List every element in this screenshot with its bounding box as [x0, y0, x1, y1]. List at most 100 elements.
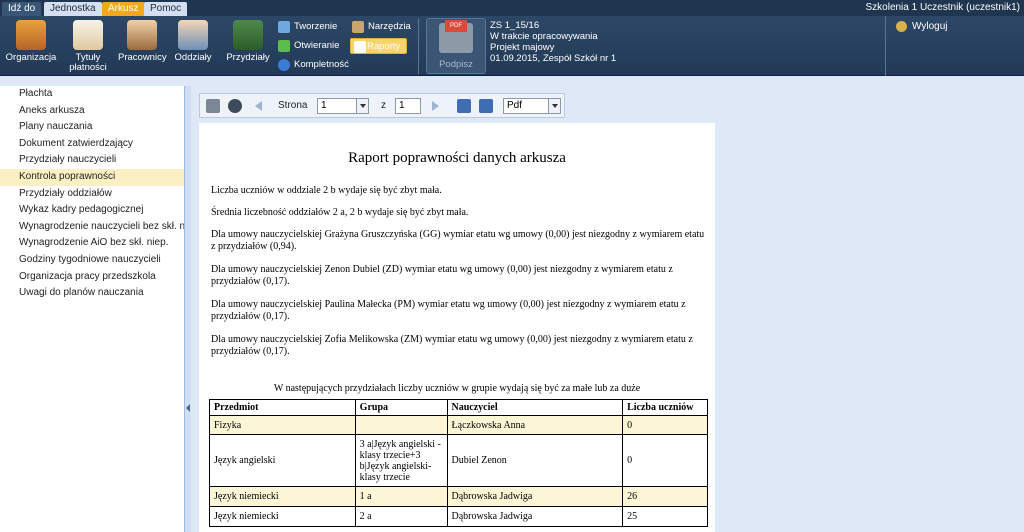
oddzialy-button[interactable]: Oddziały [172, 18, 214, 63]
column-header: Przedmiot [209, 399, 356, 416]
table-cell: Język niemiecki [209, 486, 356, 507]
otwieranie-label: Otwieranie [294, 40, 340, 51]
report-title: Raport poprawności danych arkusza [348, 150, 566, 166]
podpisz-button[interactable]: PDF Podpisz [426, 18, 486, 74]
top-menu-bar: Idź do Jednostka Arkusz Pomoc Szkolenia … [0, 0, 1024, 16]
oddzialy-label: Oddziały [174, 52, 212, 63]
table-cell [354, 415, 448, 435]
table-cell: 2 a [354, 506, 448, 527]
table-cell: Język niemiecki [209, 506, 356, 527]
report-paragraph: Dla umowy nauczycielskiej Zenon Dubiel (… [211, 264, 673, 287]
globe-icon [278, 59, 290, 71]
report-paragraph: Średnia liczebność oddziałów 2 a, 2 b wy… [211, 207, 469, 218]
sidebar-item-plany-nauczania[interactable]: Plany nauczania [0, 119, 184, 136]
table-cell: 26 [622, 486, 708, 507]
page-select-value: 1 [321, 100, 327, 111]
report-viewer: Strona 1 z 1 Pdf Raport poprawności dany… [191, 86, 1024, 532]
tworzenie-button[interactable]: Tworzenie [278, 19, 337, 35]
sidebar-item-kontrola-poprawnosci[interactable]: Kontrola poprawności [0, 168, 184, 186]
report-paragraph: Dla umowy nauczycielskiej Grażyna Gruszc… [211, 229, 705, 252]
table-cell: Dąbrowska Jadwiga [446, 486, 624, 507]
total-pages-field: 1 [395, 98, 421, 114]
document-info: ZS 1_15/16 W trakcie opracowywania Proje… [490, 20, 616, 64]
table-caption: W następujących przydziałach liczby uczn… [273, 383, 641, 394]
sidebar-item-godziny-tygodniowe[interactable]: Godziny tygodniowe nauczycieli [0, 252, 184, 269]
column-header: Nauczyciel [446, 399, 624, 416]
chevron-down-icon[interactable] [356, 99, 368, 113]
przydzialy-button[interactable]: Przydziały [224, 18, 272, 63]
previous-page-icon[interactable] [255, 101, 262, 111]
table-cell: 0 [622, 415, 708, 435]
sidebar-item-wykaz-kadry[interactable]: Wykaz kadry pedagogicznej [0, 202, 184, 219]
table-cell: Dąbrowska Jadwiga [446, 506, 624, 527]
raporty-button[interactable]: Raporty [350, 38, 408, 54]
sidebar-item-dokument-zatwierdzajacy[interactable]: Dokument zatwierdzający [0, 136, 184, 153]
raporty-label: Raporty [367, 41, 401, 52]
pracownicy-button[interactable]: Pracownicy [118, 18, 167, 63]
doc-info-line2: W trakcie opracowywania [490, 31, 598, 42]
doc-info-line1: ZS 1_15/16 [490, 20, 540, 31]
next-page-icon[interactable] [432, 101, 439, 111]
sidebar-item-wynagrodzenie-aio[interactable]: Wynagrodzenie AiO bez skł. niep. [0, 235, 184, 252]
menu-tab-idz-do[interactable]: Idź do [2, 2, 42, 16]
report-paragraph: Liczba uczniów w oddziale 2 b wydaje się… [211, 185, 442, 196]
chalkboard-icon [233, 20, 263, 50]
pdf-badge: PDF [445, 20, 467, 32]
doc-info-line4: 01.09.2015, Zespół Szkół nr 1 [490, 53, 617, 64]
collapse-arrow-icon[interactable] [186, 404, 190, 412]
narzedzia-button[interactable]: Narzędzia [352, 19, 411, 35]
building-icon [16, 20, 46, 50]
sidebar-item-aneks-arkusza[interactable]: Aneks arkusza [0, 103, 184, 120]
pracownicy-label: Pracownicy [118, 52, 167, 63]
organizacja-label: Organizacja [5, 52, 57, 63]
menu-tab-jednostka[interactable]: Jednostka [44, 2, 102, 16]
sidebar-item-przydzialy-nauczycieli[interactable]: Przydziały nauczycieli [0, 152, 184, 169]
students-icon [178, 20, 208, 50]
tworzenie-label: Tworzenie [294, 21, 338, 32]
money-bag-icon [73, 20, 103, 50]
export-format-select[interactable]: Pdf [503, 98, 561, 114]
logout-button[interactable]: Wyloguj [896, 21, 947, 32]
chevron-down-icon[interactable] [548, 99, 560, 113]
table-row: Język angielski 3 a|Język angielski - kl… [209, 434, 708, 487]
otwieranie-button[interactable]: Otwieranie [278, 38, 339, 54]
table-cell: Język angielski [209, 434, 356, 487]
kompletnosc-button[interactable]: Kompletność [278, 57, 349, 73]
of-label: z [381, 100, 386, 111]
workers-icon [127, 20, 157, 50]
page-select[interactable]: 1 [317, 98, 369, 114]
total-pages-value: 1 [399, 100, 405, 111]
przydzialy-label: Przydziały [226, 52, 270, 63]
ribbon-separator [418, 18, 419, 74]
tytuly-platnosci-button[interactable]: Tytuły płatności [66, 18, 110, 73]
table-row: Język niemiecki 2 a Dąbrowska Jadwiga 25 [209, 506, 708, 527]
menu-tab-pomoc[interactable]: Pomoc [144, 2, 188, 16]
ribbon-separator [885, 16, 886, 76]
print-setup-icon[interactable] [228, 99, 242, 113]
table-row: Język niemiecki 1 a Dąbrowska Jadwiga 26 [209, 486, 708, 507]
table-cell: Dubiel Zenon [446, 434, 624, 487]
sidebar-item-organizacja-przedszkola[interactable]: Organizacja pracy przedszkola [0, 269, 184, 286]
table-header-row: Przedmiot Grupa Nauczyciel Liczba ucznió… [209, 399, 708, 416]
export-format-value: Pdf [507, 100, 523, 111]
save-icon[interactable] [457, 99, 471, 113]
sidebar-item-plachta[interactable]: Płachta [0, 86, 184, 103]
sidebar-item-wynagrodzenie-nauczycieli[interactable]: Wynagrodzenie nauczycieli bez skł. niep. [0, 219, 184, 236]
table-cell: 1 a [354, 486, 448, 507]
sidebar-item-uwagi-do-planow[interactable]: Uwagi do planów nauczania [0, 285, 184, 302]
narzedzia-label: Narzędzia [368, 21, 411, 32]
print-icon[interactable] [206, 99, 220, 113]
organizacja-button[interactable]: Organizacja [4, 18, 58, 63]
table-cell: 0 [622, 434, 708, 487]
sidebar-item-przydzialy-oddzialow[interactable]: Przydziały oddziałów [0, 186, 184, 203]
table-cell: 25 [622, 506, 708, 527]
save-as-icon[interactable] [479, 99, 493, 113]
menu-tab-arkusz[interactable]: Arkusz [102, 2, 145, 16]
doc-info-line3: Projekt majowy [490, 42, 555, 53]
key-icon [896, 21, 907, 32]
user-label: Szkolenia 1 Uczestnik (uczestnik1) [865, 2, 1020, 13]
table-cell: Łączkowska Anna [446, 415, 624, 435]
column-header: Grupa [354, 399, 448, 416]
pencil-icon [278, 21, 290, 33]
report-icon [354, 41, 366, 53]
